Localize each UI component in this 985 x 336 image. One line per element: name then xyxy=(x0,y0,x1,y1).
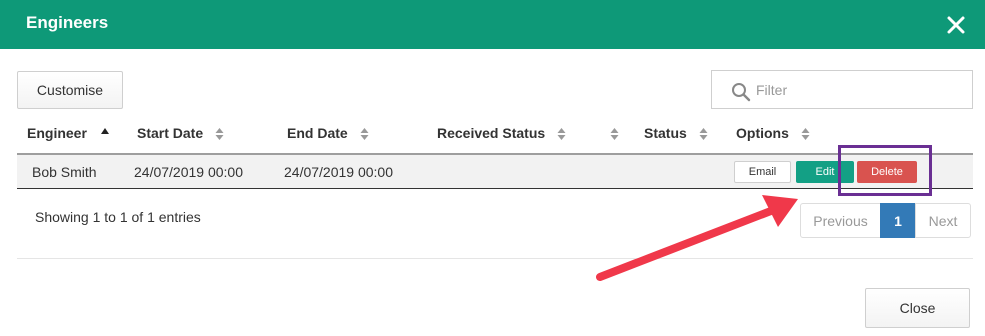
sort-icon xyxy=(360,128,369,141)
sort-icon xyxy=(801,128,810,141)
filter-field[interactable] xyxy=(711,70,973,109)
pagination: Previous 1 Next xyxy=(800,203,971,238)
column-header-received-status[interactable]: Received Status xyxy=(437,125,566,141)
column-header-start-date[interactable]: Start Date xyxy=(137,125,224,141)
column-label: Options xyxy=(736,125,789,141)
email-button[interactable]: Email xyxy=(734,161,791,183)
cell-engineer: Bob Smith xyxy=(32,164,97,180)
search-icon xyxy=(732,83,751,102)
sort-icon xyxy=(699,128,708,141)
cell-end-date: 24/07/2019 00:00 xyxy=(284,164,393,180)
column-label: Received Status xyxy=(437,125,546,141)
column-label: Status xyxy=(644,125,687,141)
close-button[interactable]: Close xyxy=(865,288,970,328)
cell-start-date: 24/07/2019 00:00 xyxy=(134,164,243,180)
modal-title: Engineers xyxy=(26,13,109,32)
sort-ascending-icon xyxy=(100,128,109,134)
column-header-end-date[interactable]: End Date xyxy=(287,125,369,141)
pagination-previous-button[interactable]: Previous xyxy=(800,203,881,238)
table-bottom-divider xyxy=(17,188,973,189)
column-label: End Date xyxy=(287,125,348,141)
column-label: Start Date xyxy=(137,125,204,141)
pagination-page-button[interactable]: 1 xyxy=(880,203,916,238)
sort-icon xyxy=(215,128,224,141)
annotation-arrow-icon xyxy=(596,195,798,281)
sort-icon xyxy=(557,128,566,141)
entries-info: Showing 1 to 1 of 1 entries xyxy=(35,209,201,225)
column-header-engineer[interactable]: Engineer xyxy=(27,125,110,141)
close-icon[interactable] xyxy=(945,12,967,36)
modal-footer-divider xyxy=(17,258,973,259)
column-header-options[interactable]: Options xyxy=(736,125,810,141)
modal-header: Engineers xyxy=(0,0,985,49)
column-label: Engineer xyxy=(27,125,87,141)
filter-input[interactable] xyxy=(756,80,956,100)
pagination-next-button[interactable]: Next xyxy=(915,203,971,238)
highlight-annotation-box xyxy=(838,145,932,196)
customise-button[interactable]: Customise xyxy=(17,71,123,109)
column-header-unnamed-sort-icon[interactable] xyxy=(610,127,619,141)
column-header-status[interactable]: Status xyxy=(644,125,708,141)
